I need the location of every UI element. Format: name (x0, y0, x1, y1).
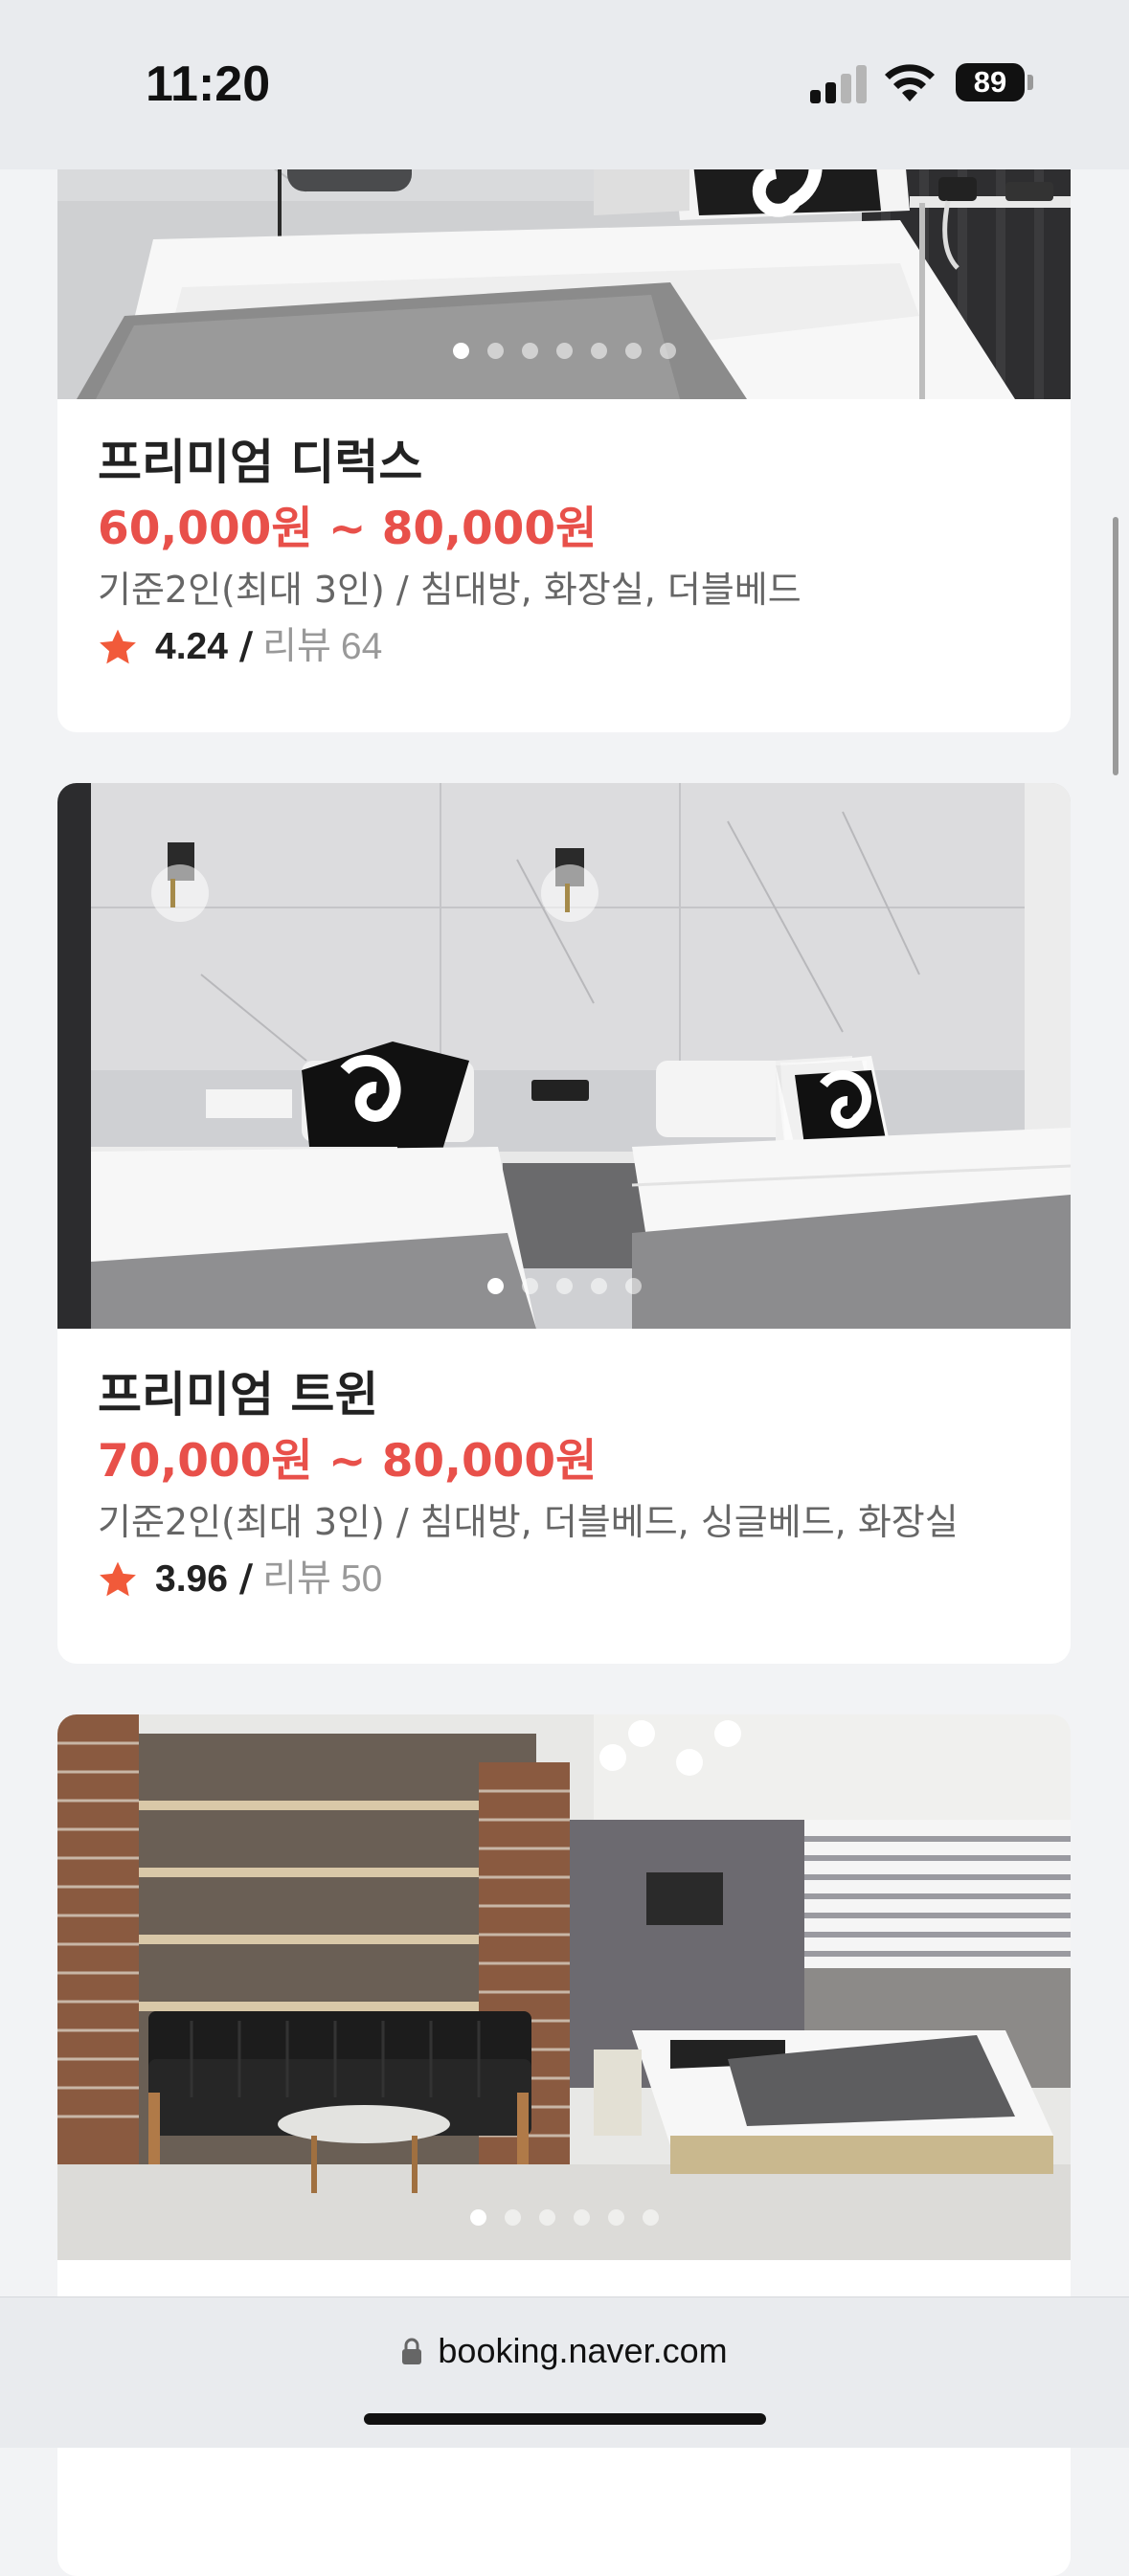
pagination-dot[interactable] (573, 2209, 590, 2226)
pagination-dot[interactable] (521, 1278, 538, 1294)
room-photo-image (57, 1714, 1071, 2260)
pagination-dot[interactable] (555, 1278, 573, 1294)
pagination-dot[interactable] (607, 2209, 624, 2226)
room-info: 프리미엄 트윈 70,000원 ~ 80,000원 기준2인(최대 3인) / … (98, 1365, 1030, 1606)
star-icon (100, 629, 136, 664)
status-time: 11:20 (146, 56, 271, 112)
room-name: 프리미엄 디럭스 (98, 435, 423, 490)
room-description: 기준2인(최대 3인) / 침대방, 화장실, 더블베드 (98, 569, 802, 611)
signal-icon (810, 61, 868, 103)
review-count: 50 (340, 1558, 383, 1600)
pagination-dot[interactable] (521, 343, 538, 359)
url-display[interactable]: booking.naver.com (0, 2331, 1129, 2371)
rating-separator: / (238, 625, 254, 668)
photo-pagination[interactable] (57, 2209, 1071, 2226)
rating-score: 3.96 (155, 1558, 228, 1600)
photo-pagination[interactable] (57, 1278, 1071, 1294)
battery-cap (1027, 75, 1033, 90)
room-description: 기준2인(최대 3인) / 침대방, 더블베드, 싱글베드, 화장실 (98, 1501, 959, 1543)
pagination-dot[interactable] (504, 2209, 521, 2226)
wifi-icon (885, 64, 935, 101)
pagination-dot[interactable] (555, 343, 573, 359)
lock-icon (402, 2338, 422, 2364)
pagination-dot[interactable] (659, 343, 676, 359)
room-card[interactable]: 프리미엄 디럭스 60,000원 ~ 80,000원 기준2인(최대 3인) /… (57, 96, 1071, 732)
room-photo-image (57, 783, 1071, 1329)
pagination-dot[interactable] (486, 1278, 504, 1294)
pagination-dot[interactable] (486, 343, 504, 359)
review-label: 리뷰 (262, 1557, 331, 1601)
room-price: 70,000원 ~ 80,000원 (98, 1435, 598, 1488)
pagination-dot[interactable] (642, 2209, 659, 2226)
browser-url-bar[interactable]: booking.naver.com (0, 2296, 1129, 2448)
room-photo[interactable] (57, 1714, 1071, 2260)
pagination-dot[interactable] (452, 343, 469, 359)
scroll-indicator[interactable] (1113, 517, 1118, 775)
url-text: booking.naver.com (438, 2331, 728, 2370)
home-indicator[interactable] (364, 2413, 766, 2425)
rating-separator: / (238, 1557, 254, 1601)
room-name: 프리미엄 트윈 (98, 1367, 379, 1422)
room-photo[interactable] (57, 783, 1071, 1329)
star-icon (100, 1561, 136, 1597)
rating-score: 4.24 (155, 626, 228, 667)
pagination-dot[interactable] (469, 2209, 486, 2226)
room-price: 60,000원 ~ 80,000원 (98, 503, 598, 555)
pagination-dot[interactable] (624, 1278, 642, 1294)
review-count: 64 (340, 626, 383, 667)
room-rating: 3.96 / 리뷰 50 (98, 1553, 1030, 1606)
room-card[interactable]: 프리미엄 트윈 70,000원 ~ 80,000원 기준2인(최대 3인) / … (57, 783, 1071, 1664)
status-bar: 11:20 89 (0, 0, 1129, 169)
photo-pagination[interactable] (57, 343, 1071, 359)
pagination-dot[interactable] (624, 343, 642, 359)
pagination-dot[interactable] (538, 2209, 555, 2226)
pagination-dot[interactable] (590, 1278, 607, 1294)
room-rating: 4.24 / 리뷰 64 (98, 620, 1030, 674)
review-label: 리뷰 (262, 625, 331, 668)
battery-icon: 89 (956, 63, 1025, 101)
pagination-dot[interactable] (590, 343, 607, 359)
room-info: 프리미엄 디럭스 60,000원 ~ 80,000원 기준2인(최대 3인) /… (98, 433, 1030, 674)
